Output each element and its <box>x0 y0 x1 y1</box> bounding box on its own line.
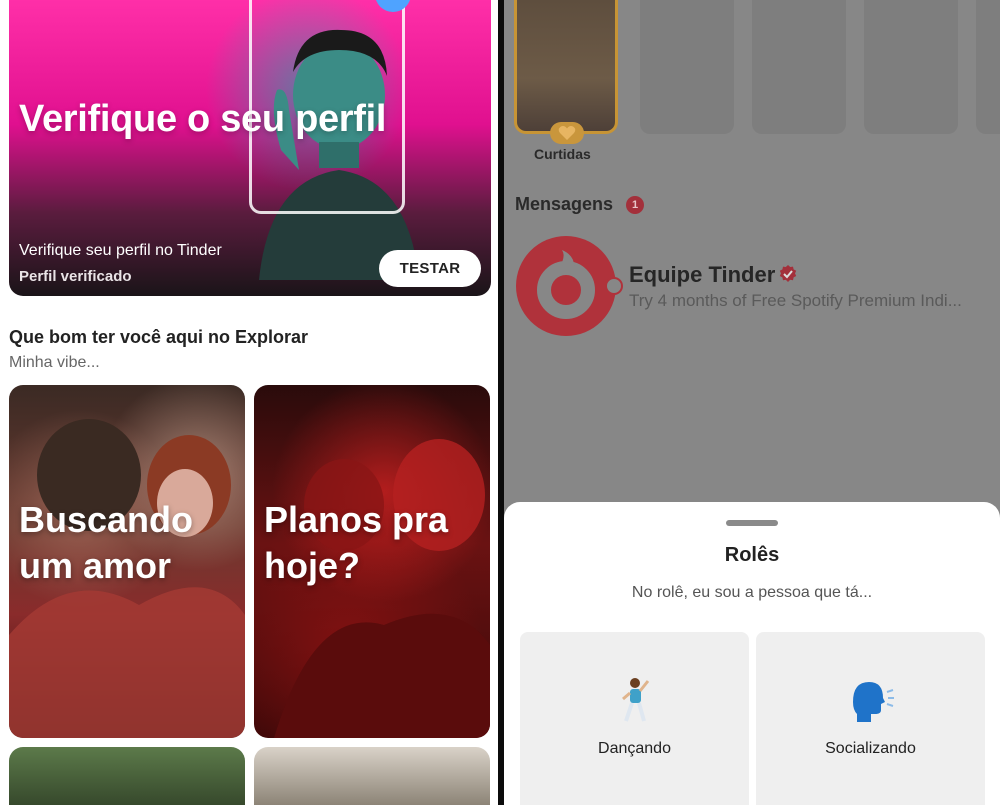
sheet-subtitle: No rolê, eu sou a pessoa que tá... <box>631 584 873 601</box>
hero-caption: Perfil verificado <box>19 268 132 285</box>
explore-title: Que bom ter você aqui no Explorar <box>9 327 309 347</box>
gold-heart-icon <box>550 122 584 144</box>
explore-screen: Verifique o seu perfil Verifique seu per… <box>0 0 498 805</box>
explore-subtitle: Minha vibe... <box>9 354 100 371</box>
option-socializando[interactable]: Socializando <box>756 632 985 805</box>
conversation-preview: Try 4 months of Free Spotify Premium Ind… <box>629 291 962 310</box>
messages-screen: Curtidas Mensagens 1 Equipe Tinder Try 4… <box>504 0 1000 805</box>
match-thumbnail[interactable] <box>864 0 958 134</box>
tinder-flame-icon <box>537 250 595 319</box>
likes-label: Curtidas <box>534 146 591 162</box>
likes-thumbnail[interactable] <box>514 0 618 134</box>
speaking-head-icon <box>756 674 985 726</box>
card-title: Planos pra hoje? <box>264 499 449 586</box>
dancing-person-icon <box>520 674 749 726</box>
tinder-flame-avatar <box>516 236 616 336</box>
match-thumbnail[interactable] <box>752 0 846 134</box>
test-button[interactable]: TESTAR <box>379 250 481 287</box>
conversation-name: Equipe Tinder <box>629 262 776 287</box>
option-label: Socializando <box>825 740 916 757</box>
messages-count-badge: 1 <box>626 196 644 214</box>
match-thumbnail[interactable] <box>640 0 734 134</box>
option-dancando[interactable]: Dançando <box>520 632 749 805</box>
hero-subtitle: Verifique seu perfil no Tinder <box>19 242 222 259</box>
verified-badge-icon <box>778 264 798 289</box>
bottom-sheet: Rolês No rolê, eu sou a pessoa que tá...… <box>504 502 1000 805</box>
card-buscando-um-amor[interactable]: Buscando um amor <box>9 385 245 738</box>
option-label: Dançando <box>598 740 671 757</box>
sheet-drag-handle[interactable] <box>726 520 778 526</box>
card-planos-pra-hoje[interactable]: Planos pra hoje? <box>254 385 490 738</box>
online-dot <box>605 277 623 295</box>
messages-header: Mensagens <box>515 194 614 214</box>
hero-title: Verifique o seu perfil <box>19 98 387 140</box>
sheet-title: Rolês <box>724 544 780 566</box>
match-thumbnail[interactable] <box>976 0 1000 134</box>
card-street[interactable] <box>254 747 490 805</box>
verify-profile-banner[interactable]: Verifique o seu perfil Verifique seu per… <box>9 0 491 296</box>
card-outdoor[interactable] <box>9 747 245 805</box>
card-title: Buscando um amor <box>19 499 194 586</box>
